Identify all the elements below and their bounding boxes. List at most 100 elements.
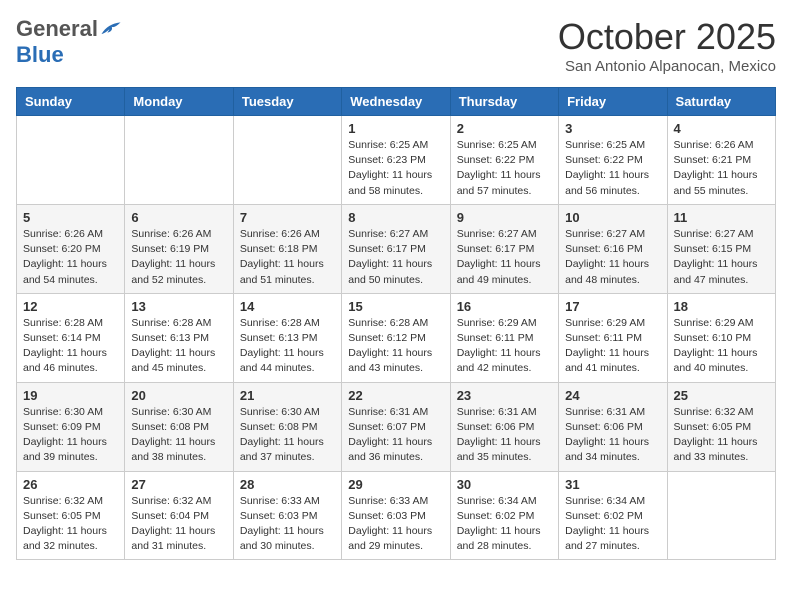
calendar-cell: 25Sunrise: 6:32 AMSunset: 6:05 PMDayligh…	[667, 382, 775, 471]
calendar-cell: 2Sunrise: 6:25 AMSunset: 6:22 PMDaylight…	[450, 116, 558, 205]
day-number: 6	[131, 210, 226, 225]
location-subtitle: San Antonio Alpanocan, Mexico	[558, 58, 776, 75]
day-number: 30	[457, 477, 552, 492]
calendar-cell: 28 Sunrise: 6:33 AMSunset: 6:03 PMDayligh…	[233, 471, 341, 560]
day-number: 22	[348, 388, 443, 403]
day-number: 19	[23, 388, 118, 403]
calendar-cell: 7 Sunrise: 6:26 AMSunset: 6:18 PMDaylight…	[233, 204, 341, 293]
calendar-cell: 13 Sunrise: 6:28 AMSunset: 6:13 PMDayligh…	[125, 293, 233, 382]
weekday-header: Sunday	[17, 88, 125, 116]
day-info: Sunrise: 6:26 AMSunset: 6:19 PMDaylight:…	[131, 227, 226, 288]
day-info: Sunrise: 6:31 AMSunset: 6:07 PMDaylight:…	[348, 405, 443, 466]
day-number: 15	[348, 299, 443, 314]
day-number: 16	[457, 299, 552, 314]
day-info: Sunrise: 6:34 AMSunset: 6:02 PMDaylight:…	[565, 494, 660, 555]
day-info: Sunrise: 6:28 AMSunset: 6:13 PMDaylight:…	[131, 316, 226, 377]
calendar-cell: 31 Sunrise: 6:34 AMSunset: 6:02 PMDayligh…	[559, 471, 667, 560]
calendar-cell: 9 Sunrise: 6:27 AMSunset: 6:17 PMDaylight…	[450, 204, 558, 293]
logo-blue: Blue	[16, 42, 64, 68]
calendar-cell: 30 Sunrise: 6:34 AMSunset: 6:02 PMDayligh…	[450, 471, 558, 560]
logo-general: General	[16, 16, 98, 42]
day-number: 24	[565, 388, 660, 403]
logo: General Blue	[16, 16, 122, 68]
calendar-cell: 24 Sunrise: 6:31 AMSunset: 6:06 PMDayligh…	[559, 382, 667, 471]
day-info: Sunrise: 6:27 AMSunset: 6:17 PMDaylight:…	[457, 227, 552, 288]
calendar-cell: 15 Sunrise: 6:28 AMSunset: 6:12 PMDayligh…	[342, 293, 450, 382]
day-number: 7	[240, 210, 335, 225]
weekday-header: Thursday	[450, 88, 558, 116]
calendar-cell: 12Sunrise: 6:28 AMSunset: 6:14 PMDayligh…	[17, 293, 125, 382]
day-number: 31	[565, 477, 660, 492]
day-number: 9	[457, 210, 552, 225]
day-info: Sunrise: 6:30 AMSunset: 6:09 PMDaylight:…	[23, 405, 118, 466]
day-info: Sunrise: 6:30 AMSunset: 6:08 PMDaylight:…	[131, 405, 226, 466]
day-number: 26	[23, 477, 118, 492]
logo-bird-icon	[100, 20, 122, 38]
day-info: Sunrise: 6:25 AMSunset: 6:22 PMDaylight:…	[565, 138, 660, 199]
calendar-week-row: 12Sunrise: 6:28 AMSunset: 6:14 PMDayligh…	[17, 293, 776, 382]
weekday-header: Friday	[559, 88, 667, 116]
calendar-cell: 11 Sunrise: 6:27 AMSunset: 6:15 PMDayligh…	[667, 204, 775, 293]
title-block: October 2025 San Antonio Alpanocan, Mexi…	[558, 16, 776, 75]
calendar-cell: 19 Sunrise: 6:30 AMSunset: 6:09 PMDayligh…	[17, 382, 125, 471]
day-info: Sunrise: 6:33 AMSunset: 6:03 PMDaylight:…	[348, 494, 443, 555]
calendar-week-row: 5Sunrise: 6:26 AMSunset: 6:20 PMDaylight…	[17, 204, 776, 293]
calendar-cell	[17, 116, 125, 205]
day-number: 29	[348, 477, 443, 492]
day-info: Sunrise: 6:33 AMSunset: 6:03 PMDaylight:…	[240, 494, 335, 555]
day-info: Sunrise: 6:29 AMSunset: 6:11 PMDaylight:…	[457, 316, 552, 377]
day-info: Sunrise: 6:27 AMSunset: 6:15 PMDaylight:…	[674, 227, 769, 288]
day-number: 11	[674, 210, 769, 225]
day-number: 17	[565, 299, 660, 314]
day-info: Sunrise: 6:29 AMSunset: 6:11 PMDaylight:…	[565, 316, 660, 377]
calendar-cell: 4 Sunrise: 6:26 AMSunset: 6:21 PMDaylight…	[667, 116, 775, 205]
day-number: 25	[674, 388, 769, 403]
day-number: 18	[674, 299, 769, 314]
calendar-cell: 10Sunrise: 6:27 AMSunset: 6:16 PMDayligh…	[559, 204, 667, 293]
day-info: Sunrise: 6:32 AMSunset: 6:04 PMDaylight:…	[131, 494, 226, 555]
day-number: 28	[240, 477, 335, 492]
calendar-cell: 23 Sunrise: 6:31 AMSunset: 6:06 PMDayligh…	[450, 382, 558, 471]
calendar-cell: 20 Sunrise: 6:30 AMSunset: 6:08 PMDayligh…	[125, 382, 233, 471]
page-header: General Blue October 2025 San Antonio Al…	[16, 16, 776, 75]
day-info: Sunrise: 6:27 AMSunset: 6:17 PMDaylight:…	[348, 227, 443, 288]
day-info: Sunrise: 6:26 AMSunset: 6:21 PMDaylight:…	[674, 138, 769, 199]
day-info: Sunrise: 6:25 AMSunset: 6:23 PMDaylight:…	[348, 138, 443, 199]
calendar-cell: 22 Sunrise: 6:31 AMSunset: 6:07 PMDayligh…	[342, 382, 450, 471]
calendar-table: SundayMondayTuesdayWednesdayThursdayFrid…	[16, 87, 776, 560]
calendar-cell: 26Sunrise: 6:32 AMSunset: 6:05 PMDayligh…	[17, 471, 125, 560]
calendar-cell	[125, 116, 233, 205]
day-info: Sunrise: 6:30 AMSunset: 6:08 PMDaylight:…	[240, 405, 335, 466]
calendar-cell: 27Sunrise: 6:32 AMSunset: 6:04 PMDayligh…	[125, 471, 233, 560]
day-number: 10	[565, 210, 660, 225]
day-info: Sunrise: 6:28 AMSunset: 6:12 PMDaylight:…	[348, 316, 443, 377]
day-number: 20	[131, 388, 226, 403]
day-number: 14	[240, 299, 335, 314]
calendar-cell: 17 Sunrise: 6:29 AMSunset: 6:11 PMDayligh…	[559, 293, 667, 382]
day-info: Sunrise: 6:26 AMSunset: 6:20 PMDaylight:…	[23, 227, 118, 288]
calendar-week-row: 26Sunrise: 6:32 AMSunset: 6:05 PMDayligh…	[17, 471, 776, 560]
day-info: Sunrise: 6:28 AMSunset: 6:13 PMDaylight:…	[240, 316, 335, 377]
calendar-cell: 5Sunrise: 6:26 AMSunset: 6:20 PMDaylight…	[17, 204, 125, 293]
calendar-cell: 1Sunrise: 6:25 AMSunset: 6:23 PMDaylight…	[342, 116, 450, 205]
calendar-cell: 14 Sunrise: 6:28 AMSunset: 6:13 PMDayligh…	[233, 293, 341, 382]
day-number: 4	[674, 121, 769, 136]
day-number: 2	[457, 121, 552, 136]
day-info: Sunrise: 6:34 AMSunset: 6:02 PMDaylight:…	[457, 494, 552, 555]
calendar-cell: 29 Sunrise: 6:33 AMSunset: 6:03 PMDayligh…	[342, 471, 450, 560]
day-info: Sunrise: 6:31 AMSunset: 6:06 PMDaylight:…	[565, 405, 660, 466]
month-title: October 2025	[558, 16, 776, 58]
weekday-header: Tuesday	[233, 88, 341, 116]
calendar-week-row: 1Sunrise: 6:25 AMSunset: 6:23 PMDaylight…	[17, 116, 776, 205]
calendar-cell: 21Sunrise: 6:30 AMSunset: 6:08 PMDayligh…	[233, 382, 341, 471]
calendar-cell: 8 Sunrise: 6:27 AMSunset: 6:17 PMDaylight…	[342, 204, 450, 293]
calendar-cell: 16 Sunrise: 6:29 AMSunset: 6:11 PMDayligh…	[450, 293, 558, 382]
calendar-cell: 6 Sunrise: 6:26 AMSunset: 6:19 PMDaylight…	[125, 204, 233, 293]
day-number: 13	[131, 299, 226, 314]
day-info: Sunrise: 6:26 AMSunset: 6:18 PMDaylight:…	[240, 227, 335, 288]
day-number: 23	[457, 388, 552, 403]
weekday-header: Saturday	[667, 88, 775, 116]
day-number: 8	[348, 210, 443, 225]
day-info: Sunrise: 6:31 AMSunset: 6:06 PMDaylight:…	[457, 405, 552, 466]
calendar-cell	[233, 116, 341, 205]
